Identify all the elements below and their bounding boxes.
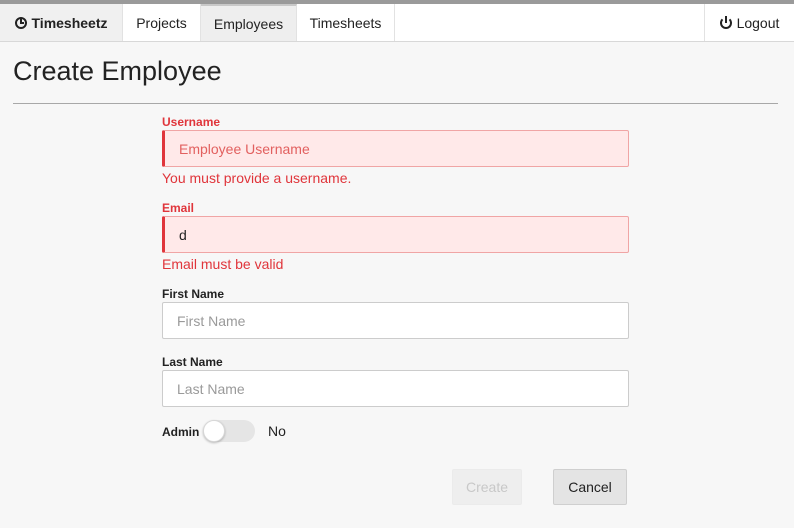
admin-toggle[interactable] <box>203 420 255 442</box>
email-error: Email must be valid <box>162 256 284 272</box>
nav-item-label: Timesheets <box>309 14 382 31</box>
cancel-button[interactable]: Cancel <box>553 469 627 505</box>
email-input[interactable] <box>162 216 629 253</box>
clock-icon <box>14 16 27 29</box>
username-error: You must provide a username. <box>162 170 352 186</box>
username-input[interactable] <box>162 130 629 167</box>
first-name-input[interactable] <box>162 302 629 339</box>
nav-item-projects[interactable]: Projects <box>123 4 201 41</box>
title-divider <box>13 103 778 104</box>
nav-item-label: Employees <box>213 15 284 32</box>
toggle-knob[interactable] <box>203 420 225 442</box>
power-icon <box>719 15 732 29</box>
username-label: Username <box>162 115 221 129</box>
brand-link[interactable]: Timesheetz <box>0 4 123 41</box>
nav-item-timesheets[interactable]: Timesheets <box>297 4 395 41</box>
nav-item-employees[interactable]: Employees <box>201 4 297 41</box>
last-name-input[interactable] <box>162 370 629 407</box>
admin-value: No <box>268 423 286 439</box>
last-name-label: Last Name <box>162 355 223 369</box>
page-title: Create Employee <box>13 56 222 86</box>
create-button[interactable]: Create <box>452 469 522 505</box>
top-navbar: Timesheetz Projects Employees Timesheets… <box>0 4 794 42</box>
first-name-label: First Name <box>162 287 225 301</box>
brand-label: Timesheetz <box>31 14 108 31</box>
email-label: Email <box>162 201 195 215</box>
nav-item-label: Projects <box>136 14 187 31</box>
logout-label: Logout <box>736 14 780 31</box>
admin-label: Admin <box>162 425 200 439</box>
logout-button[interactable]: Logout <box>704 4 794 41</box>
